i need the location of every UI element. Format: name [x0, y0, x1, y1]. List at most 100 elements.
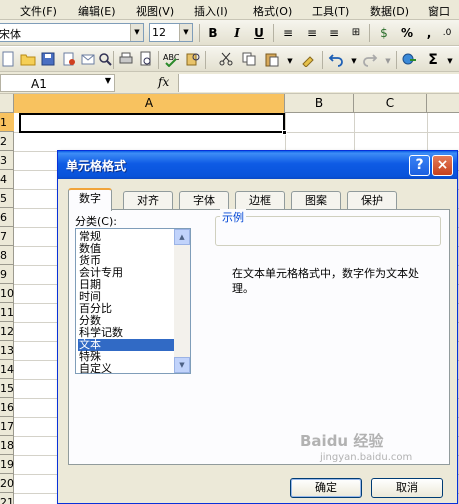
chevron-down-icon[interactable]: ▼	[379, 52, 397, 70]
font-size-combo[interactable]: 12 ▼	[149, 23, 193, 42]
row-header[interactable]: 16	[0, 398, 14, 417]
merge-center-icon[interactable]: ⊞	[347, 24, 365, 42]
email-icon[interactable]	[80, 51, 96, 67]
number-tab-panel: 分类(C): 常规 数值 货币 会计专用 日期 时间 百分比 分数 科学记数 文…	[68, 209, 450, 465]
menu-file[interactable]: 文件(F)	[20, 3, 57, 19]
ok-button[interactable]: 确定	[290, 478, 362, 498]
category-scrollbar[interactable]: ▲ ▼	[174, 229, 190, 373]
row-header[interactable]: 8	[0, 246, 14, 265]
chevron-down-icon[interactable]: ▼	[179, 24, 192, 41]
fill-handle[interactable]	[282, 130, 287, 135]
row-header[interactable]: 9	[0, 265, 14, 284]
chevron-down-icon[interactable]: ▼	[345, 52, 363, 70]
hyperlink-icon[interactable]	[402, 51, 418, 67]
search-icon[interactable]	[97, 51, 113, 67]
help-button[interactable]: ?	[409, 155, 430, 176]
dialog-title-bar[interactable]: 单元格格式 ? ×	[58, 151, 457, 179]
scroll-down-icon[interactable]: ▼	[174, 357, 190, 373]
dialog-title: 单元格格式	[66, 159, 127, 173]
row-header[interactable]: 1	[0, 113, 14, 132]
row-header[interactable]: 21	[0, 493, 14, 504]
permission-icon[interactable]	[61, 51, 77, 67]
row-header[interactable]: 12	[0, 322, 14, 341]
chevron-down-icon[interactable]: ▼	[105, 76, 111, 85]
format-description: 在文本单元格格式中，数字作为文本处理。	[232, 267, 419, 295]
row-headers: 1 2 3 4 5 6 7 8 9 10 11 12 13 14 15 16 17 18 19 20 21	[0, 113, 14, 504]
chevron-down-icon[interactable]: ▼	[130, 24, 143, 41]
percent-button[interactable]: %	[398, 24, 416, 42]
autosum-icon[interactable]: Σ	[424, 51, 442, 69]
row-header[interactable]: 19	[0, 455, 14, 474]
underline-button[interactable]: U	[250, 24, 268, 42]
open-folder-icon[interactable]	[20, 51, 36, 67]
chevron-down-icon[interactable]: ▼	[441, 52, 459, 70]
menu-format[interactable]: 格式(O)	[253, 3, 292, 19]
row-header[interactable]: 5	[0, 189, 14, 208]
row-header[interactable]: 10	[0, 284, 14, 303]
comma-style-button[interactable]: ,	[420, 24, 438, 42]
cut-icon[interactable]	[218, 51, 234, 67]
tab-patterns[interactable]: 图案	[291, 191, 341, 210]
align-left-icon[interactable]: ≡	[279, 24, 297, 42]
menu-edit[interactable]: 编辑(E)	[78, 3, 116, 19]
menu-window[interactable]: 窗口	[428, 3, 450, 19]
scroll-up-icon[interactable]: ▲	[174, 229, 190, 245]
menu-insert[interactable]: 插入(I)	[194, 3, 228, 19]
list-item[interactable]: 自定义	[78, 363, 174, 375]
column-header-b[interactable]: B	[285, 94, 354, 113]
category-list[interactable]: 常规 数值 货币 会计专用 日期 时间 百分比 分数 科学记数 文本 特殊 自定…	[75, 228, 191, 375]
save-icon[interactable]	[40, 51, 56, 67]
column-header-c[interactable]: C	[354, 94, 427, 113]
research-icon[interactable]	[185, 51, 201, 67]
font-name-combo[interactable]: 宋体 ▼	[0, 23, 144, 42]
spelling-icon[interactable]: ABC	[163, 51, 179, 67]
formula-bar: A1 ▼ fx	[0, 72, 459, 94]
select-all-corner[interactable]	[0, 94, 14, 113]
row-header[interactable]: 4	[0, 170, 14, 189]
name-box[interactable]: A1 ▼	[0, 74, 115, 92]
active-cell[interactable]	[19, 113, 285, 133]
tab-number[interactable]: 数字	[68, 188, 112, 211]
tab-alignment[interactable]: 对齐	[123, 191, 173, 210]
copy-icon[interactable]	[241, 51, 257, 67]
row-header[interactable]: 14	[0, 360, 14, 379]
menu-data[interactable]: 数据(D)	[370, 3, 409, 19]
align-center-icon[interactable]: ≡	[303, 24, 321, 42]
example-group: 示例	[215, 209, 441, 246]
row-header[interactable]: 6	[0, 208, 14, 227]
menu-view[interactable]: 视图(V)	[136, 3, 174, 19]
redo-icon[interactable]	[362, 51, 378, 67]
format-painter-icon[interactable]	[300, 51, 316, 67]
tab-font[interactable]: 字体	[179, 191, 229, 210]
row-header[interactable]: 17	[0, 417, 14, 436]
currency-icon[interactable]: $	[375, 24, 393, 42]
print-icon[interactable]	[118, 51, 134, 67]
column-header-a[interactable]: A	[14, 94, 285, 113]
tab-protection[interactable]: 保护	[347, 191, 397, 210]
close-button[interactable]: ×	[432, 155, 453, 176]
separator	[322, 51, 323, 69]
row-header[interactable]: 2	[0, 132, 14, 151]
cancel-button[interactable]: 取消	[371, 478, 443, 498]
row-header[interactable]: 18	[0, 436, 14, 455]
menu-tools[interactable]: 工具(T)	[312, 3, 349, 19]
new-document-icon[interactable]	[0, 51, 16, 67]
tab-border[interactable]: 边框	[235, 191, 285, 210]
row-header[interactable]: 7	[0, 227, 14, 246]
chevron-down-icon[interactable]: ▼	[281, 52, 299, 70]
row-header[interactable]: 13	[0, 341, 14, 360]
insert-function-icon[interactable]: fx	[158, 75, 169, 89]
increase-decimal-icon[interactable]: .0	[438, 24, 456, 42]
row-header[interactable]: 11	[0, 303, 14, 322]
row-header[interactable]: 3	[0, 151, 14, 170]
paste-icon[interactable]	[264, 51, 280, 67]
row-header[interactable]: 15	[0, 379, 14, 398]
formula-input[interactable]	[178, 74, 459, 92]
print-preview-icon[interactable]	[138, 51, 154, 67]
undo-icon[interactable]	[328, 51, 344, 67]
row-header[interactable]: 20	[0, 474, 14, 493]
align-right-icon[interactable]: ≡	[325, 24, 343, 42]
italic-button[interactable]: I	[228, 24, 246, 42]
bold-button[interactable]: B	[204, 24, 222, 42]
format-toolbar: 宋体 ▼ 12 ▼ B I U ≡ ≡ ≡ ⊞ $ % , .0	[0, 20, 459, 46]
